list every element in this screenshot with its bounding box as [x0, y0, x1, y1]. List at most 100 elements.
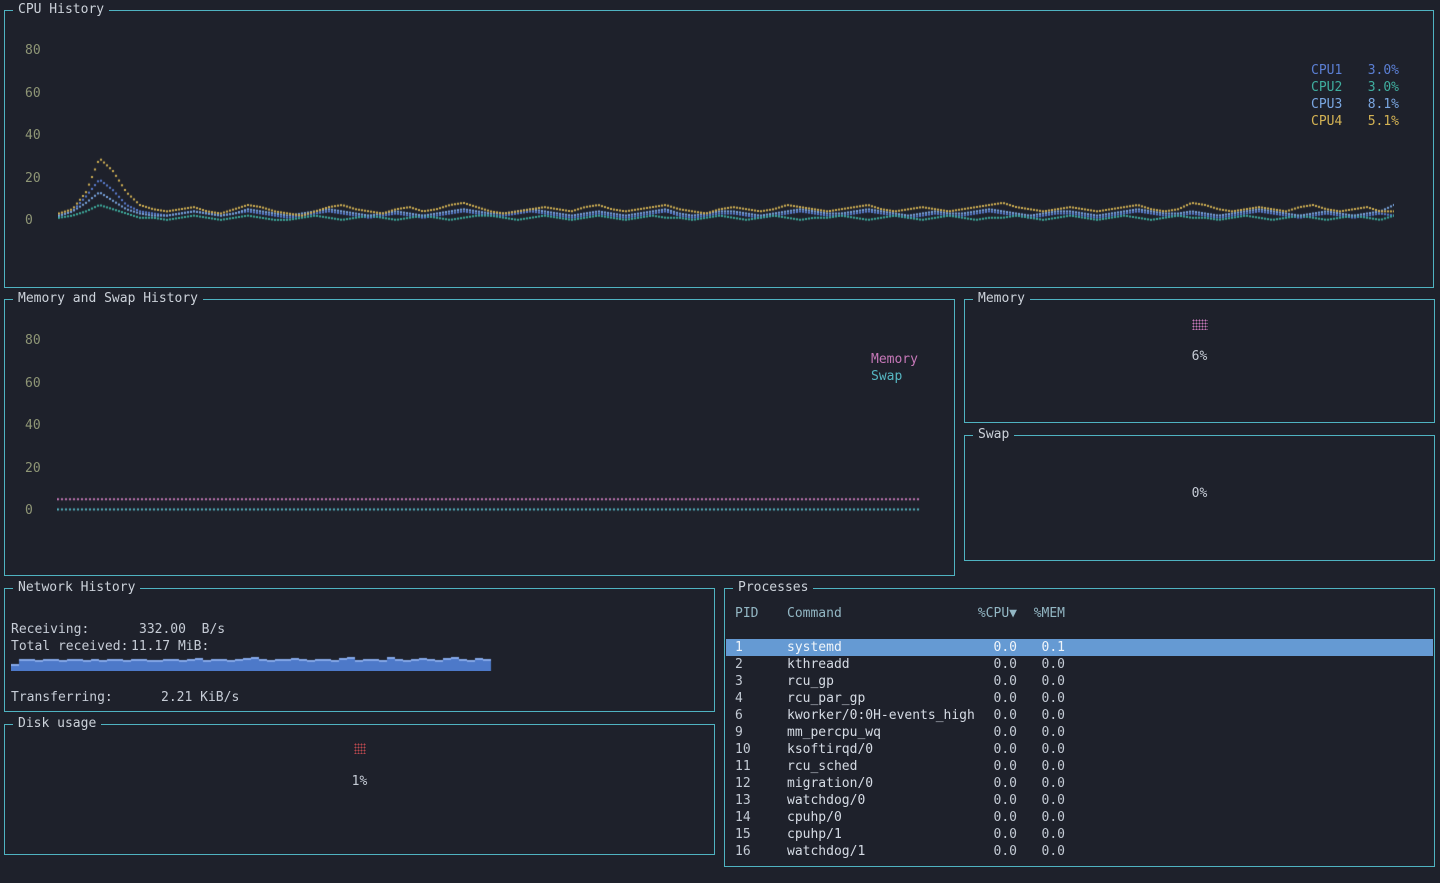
process-command: rcu_par_gp [787, 690, 957, 707]
transferring-value: 2.21 KiB/s [161, 691, 239, 705]
process-mem: 0.0 [1017, 741, 1065, 758]
process-row[interactable]: 9mm_percpu_wq0.00.0 [726, 724, 1433, 741]
process-pid: 16 [735, 843, 787, 860]
process-row[interactable]: 2kthreadd0.00.0 [726, 656, 1433, 673]
y-axis-tick: 80 [25, 44, 41, 58]
process-command: ksoftirqd/0 [787, 741, 957, 758]
cpu-history-panel: CPU History CPU13.0%CPU23.0%CPU38.1%CPU4… [4, 10, 1434, 288]
legend-series-value: 8.1% [1368, 96, 1399, 113]
process-pid: 1 [735, 639, 787, 656]
process-pid: 6 [735, 707, 787, 724]
y-axis-tick: 0 [25, 214, 33, 228]
y-axis-tick: 40 [25, 129, 41, 143]
process-pid: 11 [735, 758, 787, 775]
process-command: rcu_gp [787, 673, 957, 690]
legend-row: CPU23.0% [1311, 79, 1399, 96]
legend-series-value: 3.0% [1368, 62, 1399, 79]
process-cpu: 0.0 [957, 809, 1017, 826]
process-row[interactable]: 3rcu_gp0.00.0 [726, 673, 1433, 690]
column-header-cpu[interactable]: %CPU▼ [957, 605, 1017, 622]
column-header-command[interactable]: Command [787, 605, 957, 622]
legend-row: Swap [871, 368, 959, 385]
process-cpu: 0.0 [957, 843, 1017, 860]
process-row[interactable]: 12migration/00.00.0 [726, 775, 1433, 792]
receiving-value: 332.00 B/s [139, 623, 225, 637]
process-mem: 0.0 [1017, 775, 1065, 792]
process-pid: 9 [735, 724, 787, 741]
process-mem: 0.0 [1017, 758, 1065, 775]
process-mem: 0.0 [1017, 656, 1065, 673]
process-table-header[interactable]: PIDCommand%CPU▼%MEM [726, 605, 1433, 622]
y-axis-tick: 60 [25, 377, 41, 391]
system-monitor-app: { "colors": { "background": "#1e212b", "… [0, 0, 1440, 883]
memory-swap-history-title: Memory and Swap History [13, 291, 203, 307]
process-cpu: 0.0 [957, 707, 1017, 724]
legend-series-name: Memory [871, 351, 918, 368]
process-cpu: 0.0 [957, 673, 1017, 690]
process-row[interactable]: 4rcu_par_gp0.00.0 [726, 690, 1433, 707]
memory-usage-value: 6% [965, 350, 1434, 364]
disk-usage-value: 1% [5, 775, 714, 789]
legend-row: Memory [871, 351, 959, 368]
process-row[interactable]: 16watchdog/10.00.0 [726, 843, 1433, 860]
process-pid: 4 [735, 690, 787, 707]
process-row[interactable]: 10ksoftirqd/00.00.0 [726, 741, 1433, 758]
process-command: cpuhp/0 [787, 809, 957, 826]
memory-swap-history-chart [57, 330, 952, 530]
process-pid: 13 [735, 792, 787, 809]
y-axis-tick: 40 [25, 419, 41, 433]
process-pid: 3 [735, 673, 787, 690]
process-row[interactable]: 13watchdog/00.00.0 [726, 792, 1433, 809]
process-mem: 0.0 [1017, 707, 1065, 724]
process-row[interactable]: 6kworker/0:0H-events_high0.00.0 [726, 707, 1433, 724]
swap-usage-value: 0% [965, 487, 1434, 501]
process-pid: 15 [735, 826, 787, 843]
legend-row: CPU45.1% [1311, 113, 1399, 130]
process-command: cpuhp/1 [787, 826, 957, 843]
process-mem: 0.0 [1017, 843, 1065, 860]
legend-series-name: Swap [871, 368, 902, 385]
process-table: 1systemd0.00.12kthreadd0.00.03rcu_gp0.00… [726, 639, 1433, 860]
processes-panel: Processes PIDCommand%CPU▼%MEM 1systemd0.… [724, 588, 1435, 867]
legend-row: CPU3 8.1% [1311, 96, 1399, 113]
network-history-panel: Network History Receiving: 332.00 B/s To… [4, 588, 715, 712]
cpu-history-title: CPU History [13, 2, 109, 18]
y-axis-tick: 0 [25, 504, 33, 518]
process-command: kthreadd [787, 656, 957, 673]
process-row[interactable]: 1systemd0.00.1 [726, 639, 1433, 656]
legend-series-name: CPU1 [1311, 62, 1342, 79]
legend-row: CPU1 3.0% [1311, 62, 1399, 79]
memory-swap-history-panel: Memory and Swap History MemorySwap 80604… [4, 299, 955, 576]
process-cpu: 0.0 [957, 792, 1017, 809]
column-header-mem[interactable]: %MEM [1017, 605, 1065, 622]
process-pid: 2 [735, 656, 787, 673]
memory-title: Memory [973, 291, 1030, 307]
process-row[interactable]: 15cpuhp/10.00.0 [726, 826, 1433, 843]
process-mem: 0.1 [1017, 639, 1065, 656]
receiving-label: Receiving: [11, 623, 89, 637]
y-axis-tick: 20 [25, 462, 41, 476]
process-row[interactable]: 14cpuhp/00.00.0 [726, 809, 1433, 826]
network-history-chart [11, 651, 711, 671]
process-command: rcu_sched [787, 758, 957, 775]
process-cpu: 0.0 [957, 826, 1017, 843]
y-axis-tick: 80 [25, 334, 41, 348]
process-command: watchdog/0 [787, 792, 957, 809]
column-header-pid[interactable]: PID [735, 605, 787, 622]
legend-series-value: 3.0% [1368, 79, 1399, 96]
process-cpu: 0.0 [957, 690, 1017, 707]
y-axis-tick: 60 [25, 87, 41, 101]
process-mem: 0.0 [1017, 826, 1065, 843]
legend-series-name: CPU3 [1311, 96, 1342, 113]
process-pid: 12 [735, 775, 787, 792]
y-axis-tick: 20 [25, 172, 41, 186]
process-pid: 14 [735, 809, 787, 826]
process-mem: 0.0 [1017, 792, 1065, 809]
processes-title: Processes [733, 580, 813, 596]
network-history-title: Network History [13, 580, 140, 596]
process-cpu: 0.0 [957, 741, 1017, 758]
cpu-history-chart [58, 41, 1394, 241]
process-mem: 0.0 [1017, 690, 1065, 707]
process-row[interactable]: 11rcu_sched0.00.0 [726, 758, 1433, 775]
process-command: migration/0 [787, 775, 957, 792]
